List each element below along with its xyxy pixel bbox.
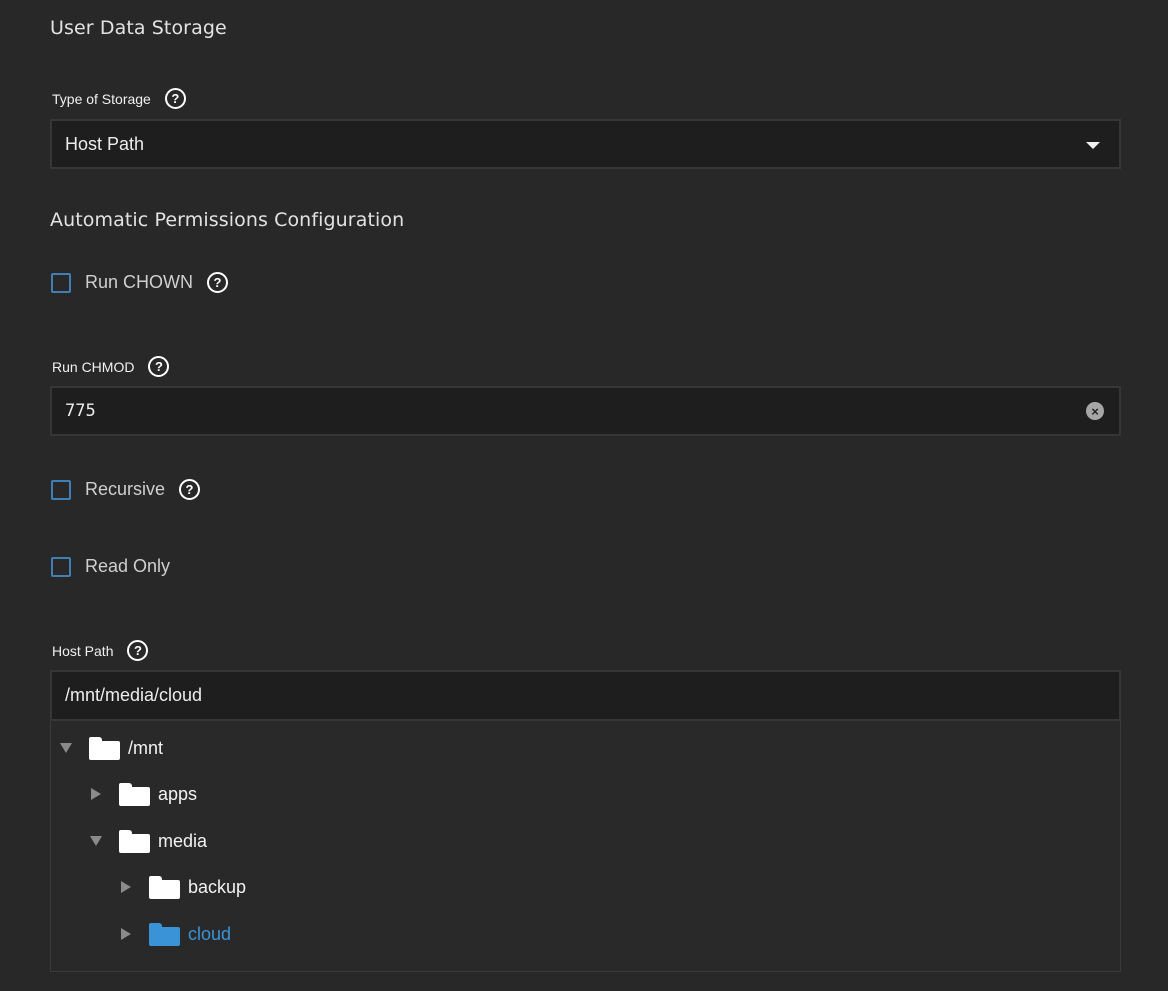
section-title-auto-permissions: Automatic Permissions Configuration: [50, 209, 405, 231]
folder-icon: [119, 829, 150, 853]
tree-node-label: cloud: [188, 923, 232, 944]
folder-icon: [149, 922, 180, 946]
tree-node-label: backup: [188, 876, 247, 897]
section-title-user-data-storage: User Data Storage: [50, 17, 227, 39]
tree-node-media[interactable]: media: [89, 826, 207, 856]
clear-icon[interactable]: ×: [1086, 402, 1104, 420]
type-of-storage-label: Type of Storage: [52, 90, 151, 107]
collapse-toggle-icon[interactable]: [89, 787, 103, 801]
tree-node-label: apps: [158, 783, 198, 804]
collapse-toggle-icon[interactable]: [119, 927, 133, 941]
run-chmod-label: Run CHMOD: [52, 358, 135, 375]
folder-icon: [89, 736, 120, 760]
run-chmod-label-row: Run CHMOD ?: [52, 356, 170, 377]
type-of-storage-label-row: Type of Storage ?: [52, 88, 186, 109]
help-icon[interactable]: ?: [207, 272, 229, 293]
tree-node-backup[interactable]: backup: [119, 872, 246, 902]
read-only-row: Read Only: [51, 556, 170, 577]
run-chmod-input[interactable]: 775 ×: [50, 386, 1121, 436]
help-icon[interactable]: ?: [127, 640, 149, 661]
caret-down-icon[interactable]: [1086, 142, 1100, 149]
expand-toggle-icon[interactable]: [89, 834, 103, 848]
help-icon[interactable]: ?: [148, 356, 170, 377]
host-path-label: Host Path: [52, 642, 114, 659]
host-path-label-row: Host Path ?: [52, 640, 149, 661]
host-path-value: /mnt/media/cloud: [65, 685, 203, 705]
run-chmod-value: 775: [65, 401, 96, 421]
run-chown-label[interactable]: Run CHOWN: [85, 272, 193, 293]
recursive-label[interactable]: Recursive: [85, 479, 165, 500]
directory-tree: /mnt apps media backup cloud: [50, 721, 1121, 972]
read-only-label[interactable]: Read Only: [85, 556, 170, 577]
user-data-storage-form: User Data Storage Type of Storage ? Host…: [0, 0, 1168, 991]
folder-icon: [149, 875, 180, 899]
recursive-row: Recursive ?: [51, 479, 201, 500]
collapse-toggle-icon[interactable]: [119, 880, 133, 894]
help-icon[interactable]: ?: [164, 88, 186, 109]
read-only-checkbox[interactable]: [51, 556, 71, 577]
run-chown-row: Run CHOWN ?: [51, 272, 229, 293]
folder-icon: [119, 782, 150, 806]
tree-node-apps[interactable]: apps: [89, 779, 197, 809]
help-icon[interactable]: ?: [179, 479, 201, 500]
recursive-checkbox[interactable]: [51, 479, 71, 500]
tree-node-mnt[interactable]: /mnt: [59, 733, 163, 763]
run-chown-checkbox[interactable]: [51, 272, 71, 293]
tree-node-label: /mnt: [128, 737, 164, 758]
expand-toggle-icon[interactable]: [59, 741, 73, 755]
tree-node-label: media: [158, 830, 208, 851]
tree-node-cloud[interactable]: cloud: [119, 919, 231, 949]
type-of-storage-select[interactable]: Host Path: [50, 119, 1121, 169]
type-of-storage-value: Host Path: [65, 133, 145, 154]
host-path-input[interactable]: /mnt/media/cloud: [50, 670, 1121, 721]
